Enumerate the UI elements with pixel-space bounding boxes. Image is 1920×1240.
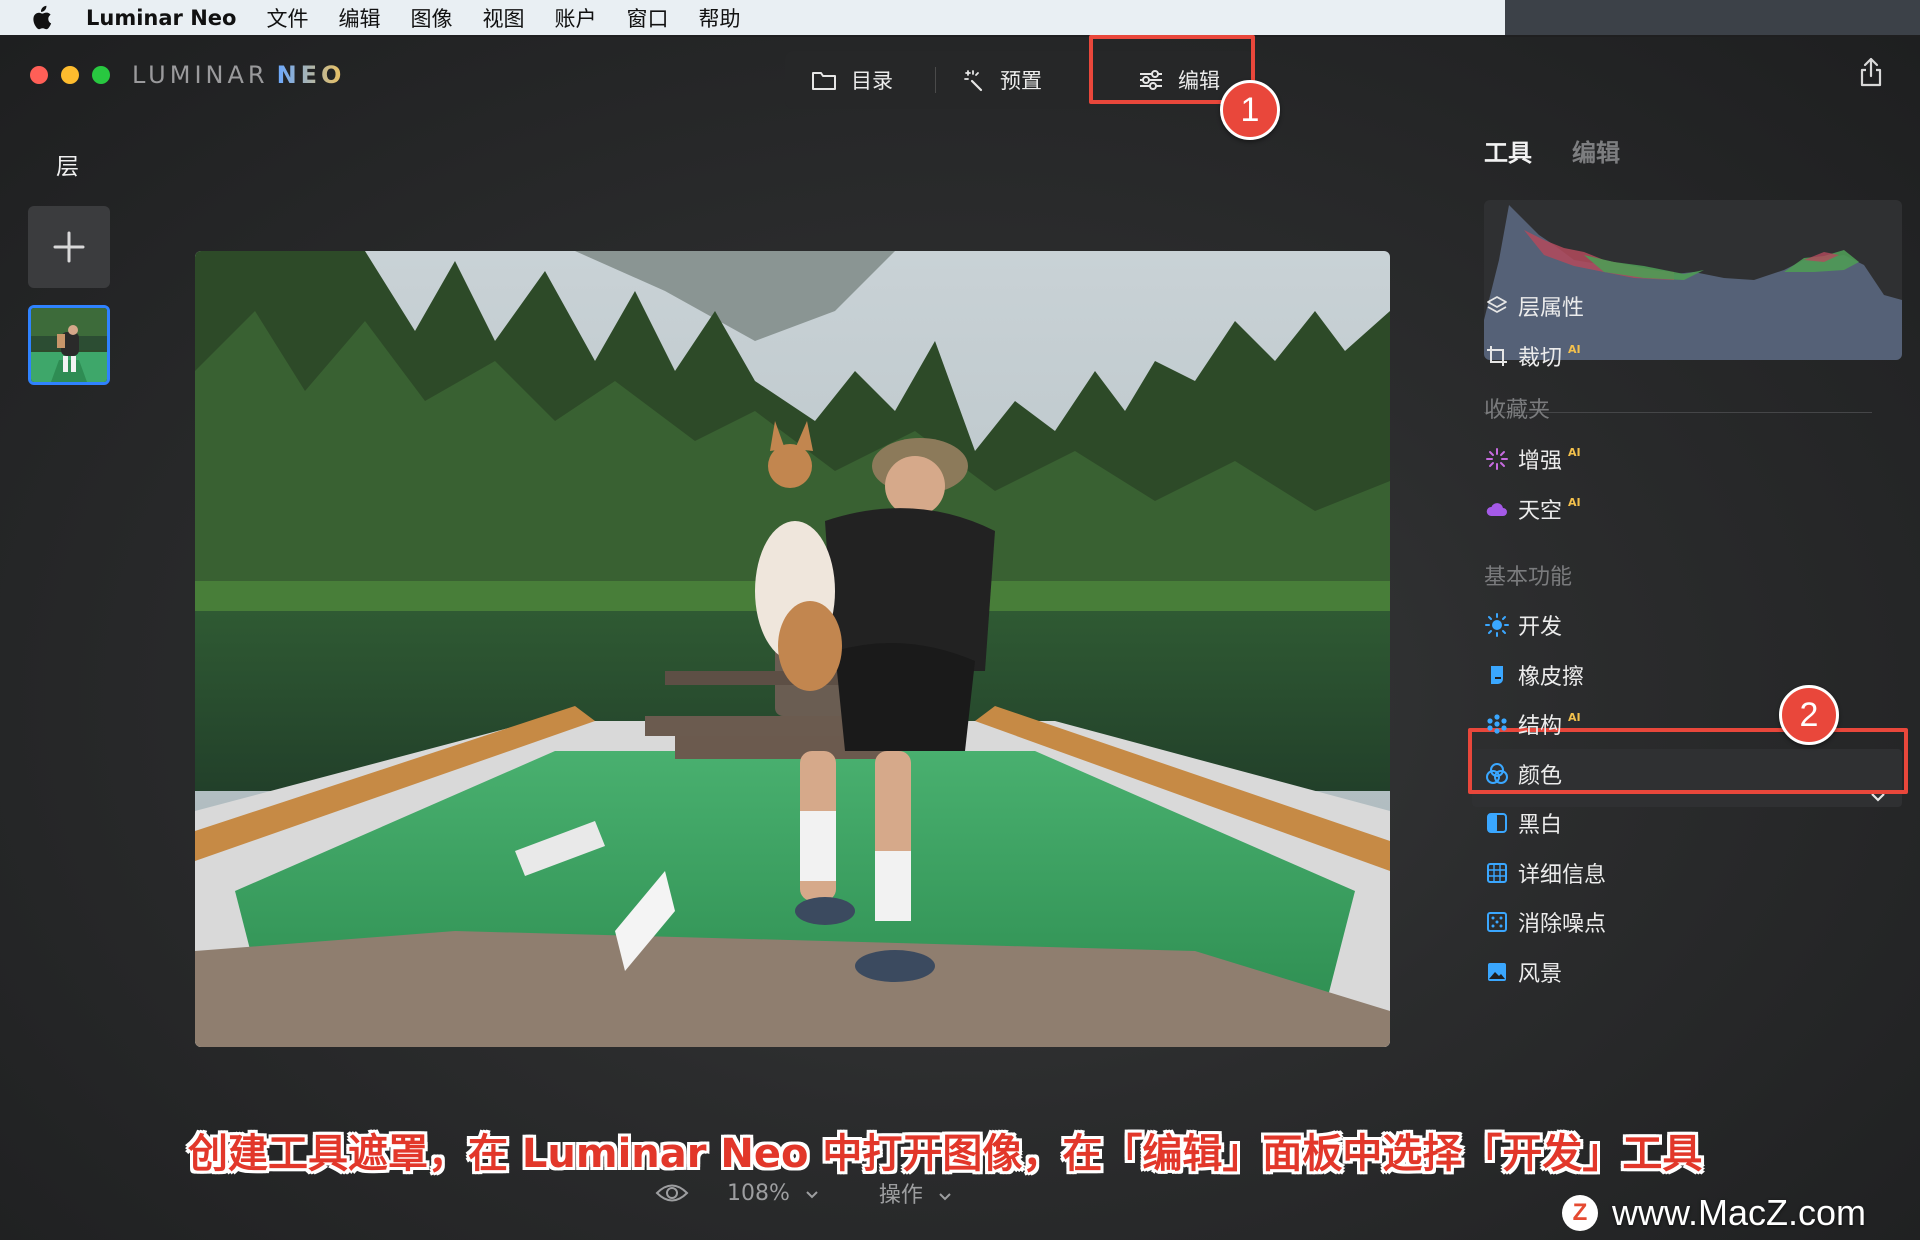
magic-wand-icon	[964, 70, 983, 92]
chevron-down-icon	[806, 1190, 818, 1198]
main-photo-canvas[interactable]	[195, 251, 1390, 1047]
logo-text-luminar: LUMINAR	[132, 61, 269, 89]
tool-develop-label: 开发	[1518, 615, 1563, 640]
tab-edits[interactable]: 编辑	[1572, 133, 1620, 168]
minimize-window-button[interactable]	[61, 66, 79, 84]
essentials-section-title: 基本功能	[1484, 565, 1573, 590]
app-window: LUMINAR NEO 目录 预置 编辑 1 层 108% 操作 工具 编辑 层…	[0, 35, 1920, 1240]
menu-app-name[interactable]: Luminar Neo	[86, 6, 236, 30]
tool-details[interactable]: 详细信息	[1484, 857, 1606, 889]
tool-enhance-label: 增强	[1518, 449, 1563, 474]
tool-sky-label: 天空	[1518, 499, 1563, 524]
share-icon[interactable]	[1858, 57, 1884, 87]
ai-badge: AI	[1568, 710, 1581, 724]
details-icon	[1484, 860, 1510, 886]
apple-icon[interactable]	[30, 5, 60, 31]
tool-landscape[interactable]: 风景	[1484, 956, 1562, 988]
zoom-dropdown[interactable]: 108%	[727, 1181, 819, 1206]
watermark-logo-icon: Z	[1562, 1195, 1598, 1231]
tutorial-caption: 创建工具遮罩，在 Luminar Neo 中打开图像，在「编辑」面板中选择「开发…	[188, 1131, 1703, 1177]
tool-structure[interactable]: 结构 AI	[1484, 708, 1581, 740]
histogram	[1484, 200, 1902, 360]
app-logo: LUMINAR NEO	[132, 61, 345, 89]
photo-image	[195, 251, 1390, 1047]
sky-icon	[1484, 496, 1510, 522]
tab-catalog-label: 目录	[851, 69, 893, 93]
actions-dropdown[interactable]: 操作	[879, 1177, 952, 1209]
tab-presets[interactable]: 预置	[936, 51, 1086, 109]
tool-crop[interactable]: 裁切 AI	[1484, 340, 1581, 372]
close-window-button[interactable]	[30, 66, 48, 84]
actions-label: 操作	[878, 1183, 923, 1208]
histogram-graph	[1484, 205, 1902, 360]
tool-denoise[interactable]: 消除噪点	[1484, 906, 1606, 938]
tool-enhance[interactable]: 增强 AI	[1484, 443, 1581, 475]
denoise-icon	[1484, 909, 1510, 935]
tool-color[interactable]: 颜色	[1484, 758, 1562, 790]
tool-denoise-label: 消除噪点	[1518, 912, 1607, 937]
chevron-down-icon	[939, 1193, 951, 1201]
enhance-icon	[1484, 446, 1510, 472]
layers-icon	[1484, 293, 1510, 319]
favorites-section-title: 收藏夹	[1484, 398, 1551, 423]
tab-presets-label: 预置	[1000, 69, 1042, 93]
landscape-icon	[1484, 959, 1510, 985]
tab-catalog[interactable]: 目录	[785, 51, 935, 109]
step-badge-1: 1	[1220, 80, 1280, 140]
canvas-controls: 108% 操作	[655, 1177, 952, 1209]
tool-layer-properties[interactable]: 层属性	[1484, 290, 1584, 322]
zoom-value: 108%	[727, 1180, 790, 1206]
layer-thumbnail-image	[31, 308, 107, 382]
tool-crop-label: 裁切	[1518, 346, 1563, 371]
watermark-text: www.MacZ.com	[1612, 1192, 1867, 1233]
tool-eraser[interactable]: 橡皮擦	[1484, 659, 1584, 691]
tool-develop[interactable]: 开发	[1484, 609, 1562, 641]
menu-edit[interactable]: 编辑	[338, 3, 380, 33]
structure-icon	[1484, 711, 1510, 737]
tool-sky[interactable]: 天空 AI	[1484, 493, 1581, 525]
ai-badge: AI	[1568, 342, 1581, 356]
right-panel-tabs: 工具 编辑	[1484, 133, 1620, 168]
site-watermark: Z www.MacZ.com	[1562, 1192, 1866, 1234]
tool-black-white-label: 黑白	[1518, 813, 1563, 838]
ai-badge: AI	[1568, 495, 1581, 509]
eye-icon[interactable]	[655, 1182, 689, 1204]
menu-image[interactable]: 图像	[410, 3, 452, 33]
develop-icon	[1484, 612, 1510, 638]
menu-view[interactable]: 视图	[482, 3, 524, 33]
ai-badge: AI	[1568, 445, 1581, 459]
crop-icon	[1484, 343, 1510, 369]
eraser-icon	[1484, 662, 1510, 688]
menu-bar-right-area	[1505, 0, 1920, 35]
tool-landscape-label: 风景	[1518, 962, 1563, 987]
folder-icon	[812, 72, 836, 90]
window-controls	[30, 66, 110, 84]
tab-tools[interactable]: 工具	[1484, 133, 1532, 168]
layers-panel-title: 层	[56, 154, 79, 180]
tool-details-label: 详细信息	[1518, 863, 1607, 888]
tool-black-white[interactable]: 黑白	[1484, 807, 1562, 839]
plus-icon	[53, 231, 85, 263]
layer-thumbnail[interactable]	[28, 305, 110, 385]
add-layer-button[interactable]	[28, 206, 110, 288]
menu-account[interactable]: 账户	[554, 3, 596, 33]
zoom-window-button[interactable]	[92, 66, 110, 84]
menu-bar: Luminar Neo 文件 编辑 图像 视图 账户 窗口 帮助	[0, 0, 1505, 35]
menu-window[interactable]: 窗口	[626, 3, 668, 33]
tool-layer-properties-label: 层属性	[1518, 296, 1585, 321]
bw-icon	[1484, 810, 1510, 836]
menu-help[interactable]: 帮助	[698, 3, 740, 33]
menu-file[interactable]: 文件	[266, 3, 308, 33]
tool-eraser-label: 橡皮擦	[1518, 665, 1585, 690]
tool-structure-label: 结构	[1518, 714, 1563, 739]
tool-color-label: 颜色	[1518, 764, 1563, 789]
step-badge-2: 2	[1779, 685, 1839, 745]
color-icon	[1484, 761, 1510, 787]
logo-text-neo: NEO	[276, 61, 346, 89]
